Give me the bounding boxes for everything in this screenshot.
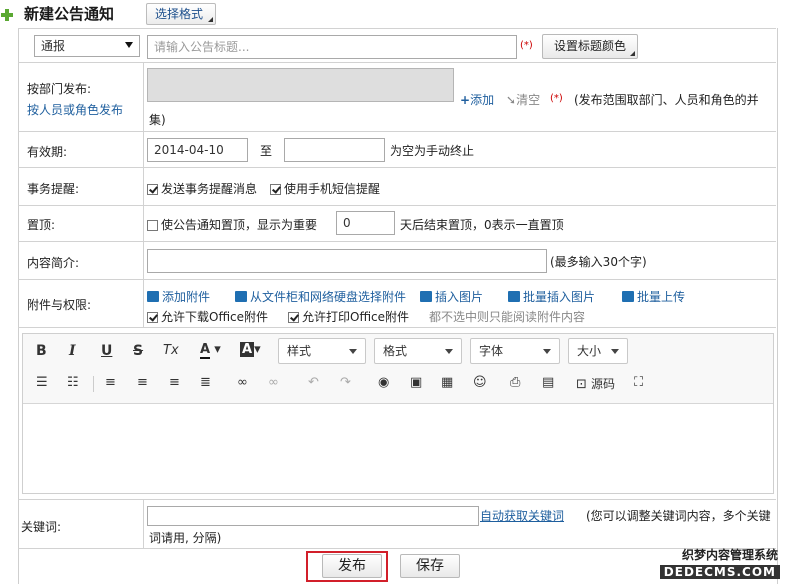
emoticon-icon[interactable]: ☺ [473, 375, 487, 390]
italic-icon[interactable]: I [69, 343, 76, 359]
batch-upload-button[interactable]: 批量上传 [622, 288, 685, 305]
image-insert-icon[interactable]: ▣ [410, 375, 422, 390]
add-attachment-button[interactable]: 添加附件 [147, 288, 210, 305]
set-title-color-button[interactable]: 设置标题颜色 [542, 34, 638, 59]
image-icon [420, 291, 432, 302]
send-reminder-checkbox[interactable]: 发送事务提醒消息 [147, 180, 257, 197]
upload-icon [622, 291, 634, 302]
to-label: 至 [260, 144, 273, 158]
flash-icon[interactable]: ◉ [378, 375, 389, 390]
sms-reminder-checkbox[interactable]: 使用手机短信提醒 [270, 180, 380, 197]
allow-download-checkbox[interactable]: 允许下载Office附件 [147, 308, 268, 325]
title-input[interactable]: 请输入公告标题... [147, 35, 517, 59]
editor-content[interactable] [23, 404, 773, 493]
reminder-label: 事务提醒: [27, 182, 80, 196]
align-right-icon[interactable]: ≡ [169, 375, 180, 390]
attachment-icon [147, 291, 159, 302]
keywords-label: 关键词: [21, 520, 62, 534]
required-mark: (*) [520, 40, 533, 51]
keywords-note: (您可以调整关键词内容，多个关键 [586, 509, 771, 523]
bold-icon[interactable]: B [36, 343, 47, 359]
publish-button[interactable]: 发布 [322, 554, 382, 578]
font-select[interactable]: 字体 [470, 338, 560, 364]
align-center-icon[interactable]: ≡ [137, 375, 148, 390]
font-color-icon[interactable]: A ▾ [200, 342, 221, 359]
redo-icon[interactable]: ↷ [340, 375, 351, 390]
clear-icon: ➘ [506, 93, 517, 107]
notice-type-select[interactable]: 通报 [34, 35, 140, 57]
insert-image-button[interactable]: 插入图片 [420, 288, 483, 305]
summary-note: (最多输入30个字) [550, 255, 647, 269]
end-date-input[interactable] [284, 138, 385, 162]
batch-image-icon [508, 291, 520, 302]
bg-color-icon[interactable]: A ▾ [240, 342, 261, 357]
cabinet-icon [235, 291, 247, 302]
unordered-list-icon[interactable]: ☷ [67, 375, 79, 390]
justify-icon[interactable]: ≣ [200, 375, 211, 390]
plus-icon: + [460, 93, 471, 107]
preview-icon[interactable]: ⎙ [510, 375, 520, 390]
link-icon[interactable]: ∞ [237, 375, 248, 390]
summary-input[interactable] [147, 249, 547, 273]
clear-dept-button[interactable]: ➘清空 [506, 91, 540, 108]
attach-label: 附件与权限: [27, 298, 92, 312]
maximize-icon[interactable]: ⛶ [634, 375, 643, 390]
switch-to-user-role-link[interactable]: 按人员或角色发布 [27, 101, 123, 118]
pin-days-input[interactable]: 0 [336, 211, 395, 235]
align-left-icon[interactable]: ≡ [105, 375, 116, 390]
form-frame [18, 28, 778, 584]
keywords-note-cont: 词请用, 分隔) [149, 531, 222, 545]
pin-checkbox[interactable]: 使公告通知置顶，显示为重要 [147, 216, 317, 233]
attach-hint: 都不选中则只能阅读附件内容 [429, 310, 586, 324]
dept-note: (发布范围取部门、人员和角色的并 [574, 93, 759, 107]
auto-keywords-link[interactable]: 自动获取关键词 [480, 507, 564, 524]
dept-textarea[interactable] [147, 68, 454, 102]
allow-print-checkbox[interactable]: 允许打印Office附件 [288, 308, 409, 325]
page-title: 新建公告通知 [24, 5, 115, 23]
template-icon[interactable]: ▤ [542, 375, 554, 390]
add-dept-button[interactable]: +添加 [460, 91, 494, 108]
strikethrough-icon[interactable]: S [133, 343, 143, 359]
watermark-domain: DEDECMS.COM [659, 565, 780, 579]
size-select[interactable]: 大小 [568, 338, 628, 364]
ordered-list-icon[interactable]: ☰ [36, 375, 48, 390]
pin-label: 置顶: [27, 218, 56, 232]
remove-format-icon[interactable]: Tx [163, 343, 179, 358]
select-from-cabinet-button[interactable]: 从文件柜和网络硬盘选择附件 [235, 288, 406, 305]
required-mark: (*) [550, 93, 563, 104]
dept-note-cont: 集) [149, 113, 166, 127]
undo-icon[interactable]: ↶ [308, 375, 319, 390]
unlink-icon[interactable]: ∞ [268, 375, 279, 390]
source-icon: ⊡ [576, 377, 587, 392]
pin-note: 天后结束置顶，0表示一直置顶 [400, 218, 564, 232]
summary-label: 内容简介: [27, 256, 80, 270]
dept-label: 按部门发布: [27, 82, 92, 96]
format-select[interactable]: 格式 [374, 338, 462, 364]
table-icon[interactable]: ▦ [441, 375, 453, 390]
batch-insert-image-button[interactable]: 批量插入图片 [508, 288, 595, 305]
validity-label: 有效期: [27, 145, 68, 159]
start-date-input[interactable]: 2014-04-10 [147, 138, 248, 162]
save-button[interactable]: 保存 [400, 554, 460, 578]
underline-icon[interactable]: U [101, 343, 112, 359]
select-format-button[interactable]: 选择格式 [146, 3, 216, 25]
validity-note: 为空为手动终止 [390, 144, 475, 158]
watermark-text: 织梦内容管理系统 [681, 548, 778, 562]
source-button[interactable]: ⊡ 源码 [576, 375, 615, 392]
style-select[interactable]: 样式 [278, 338, 366, 364]
keywords-input[interactable] [147, 506, 479, 526]
add-icon [1, 9, 13, 21]
